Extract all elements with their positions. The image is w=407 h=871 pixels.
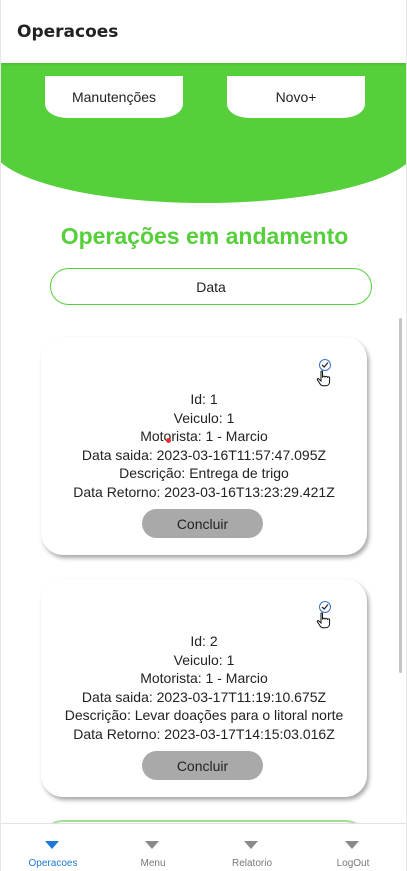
maintenance-button[interactable]: Manutenções [45,76,183,118]
bottom-nav: Operacoes Menu Relatorio LogOut [1,823,406,871]
complete-toggle[interactable] [315,601,335,631]
triangle-down-icon [145,841,159,849]
operation-departure: Data saida: 2023-03-16T11:57:47.095Z [81,446,327,463]
nav-tab-logout[interactable]: LogOut [313,824,393,871]
nav-tab-label: Relatorio [231,858,273,869]
complete-toggle[interactable] [315,359,335,389]
triangle-down-icon [244,841,258,849]
operation-vehicle: Veiculo: 1 [173,409,235,426]
operation-description: Descrição: Entrega de trigo [119,465,289,482]
nav-tab-label: Menu [140,858,166,869]
operation-card: Id: 2 Veiculo: 1 Motorista: 1 - Marcio D… [41,579,367,797]
scrollbar[interactable] [399,318,402,673]
nav-tab-label: Operacoes [28,858,78,869]
nav-tab-relatorio[interactable]: Relatorio [212,824,292,871]
operation-driver: Motorista: 1 - Marcio [140,428,268,445]
nav-tab-label: LogOut [336,858,370,869]
conclude-button[interactable]: Concluir [142,751,263,780]
operation-details: Id: 1 Veiculo: 1 Motorista: 1 - Marcio D… [41,390,367,502]
operation-return: Data Retorno: 2023-03-16T13:23:29.421Z [73,483,335,500]
operation-description: Descrição: Levar doações para o litoral … [64,707,344,724]
app-screen: Operacoes Manutenções Novo+ Operações em… [0,0,407,871]
nav-tab-menu[interactable]: Menu [113,824,193,871]
operation-id: Id: 1 [190,391,218,407]
red-dot-marker [166,438,171,443]
nav-tab-operacoes[interactable]: Operacoes [13,824,93,871]
operation-driver: Motorista: 1 - Marcio [140,670,268,687]
operation-departure: Data saida: 2023-03-17T11:19:10.675Z [81,688,327,705]
triangle-down-icon [45,841,59,849]
section-title: Operações em andamento [60,223,349,249]
operation-vehicle: Veiculo: 1 [173,651,235,668]
new-operation-button[interactable]: Novo+ [227,76,365,118]
app-header: Operacoes [1,0,406,63]
hand-cursor-icon [316,370,331,387]
date-filter-button[interactable]: Data [50,268,372,305]
operation-details: Id: 2 Veiculo: 1 Motorista: 1 - Marcio D… [41,632,367,744]
operation-return: Data Retorno: 2023-03-17T14:15:03.016Z [73,725,335,742]
conclude-button[interactable]: Concluir [142,509,263,538]
operation-id: Id: 2 [190,633,218,649]
date-filter-label: Data [196,278,226,295]
page-title: Operacoes [17,22,119,42]
triangle-down-icon [345,841,359,849]
hand-cursor-icon [316,612,331,629]
operation-card: Id: 1 Veiculo: 1 Motorista: 1 - Marcio D… [41,337,367,555]
